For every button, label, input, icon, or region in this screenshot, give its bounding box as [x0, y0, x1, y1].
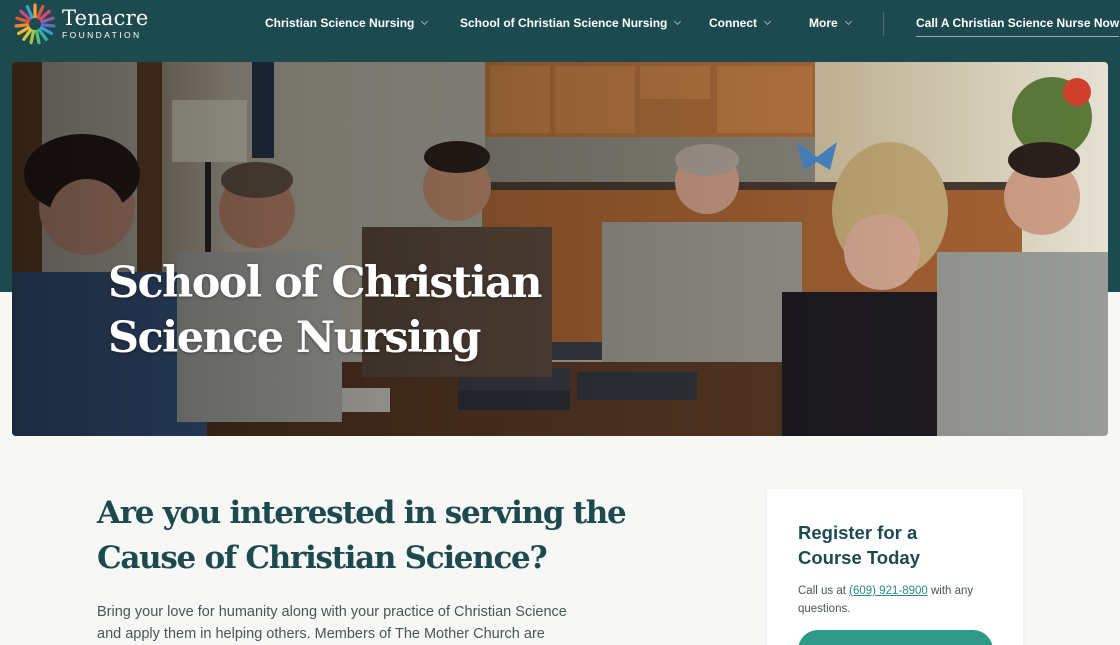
register-card-text: Call us at (609) 921-8900 with any quest… [798, 582, 1008, 618]
register-card: Register for a Course Today Call us at (… [767, 489, 1023, 645]
nav-item-label: Connect [709, 16, 757, 30]
nav-divider [883, 12, 884, 36]
card-title-line: Course Today [798, 547, 920, 568]
top-navigation: Tenacre FOUNDATION Christian Science Nur… [0, 0, 1120, 48]
headline-line: Are you interested in serving the [97, 495, 627, 531]
nav-item-school[interactable]: School of Christian Science Nursing [460, 16, 682, 30]
intro-line: Bring your love for humanity along with … [97, 604, 567, 620]
phone-link[interactable]: (609) 921-8900 [849, 585, 928, 597]
call-nurse-link[interactable]: Call A Christian Science Nurse Now [916, 16, 1120, 37]
hero-banner: School of Christian Science Nursing [12, 62, 1108, 436]
nav-item-label: More [809, 16, 838, 30]
logo[interactable]: Tenacre FOUNDATION [12, 2, 148, 46]
chevron-down-icon [421, 17, 429, 26]
section-headline: Are you interested in serving the Cause … [97, 491, 657, 581]
nav-item-christian-science-nursing[interactable]: Christian Science Nursing [265, 16, 429, 30]
logo-subtitle: FOUNDATION [62, 30, 142, 41]
nav-item-label: School of Christian Science Nursing [460, 16, 668, 30]
intro-paragraph: Bring your love for humanity along with … [97, 601, 617, 645]
nav-item-more[interactable]: More [809, 16, 852, 30]
tenacre-flower-icon [14, 3, 56, 45]
hero-title: School of Christian Science Nursing [108, 256, 543, 366]
intro-line: and apply them in helping others. Member… [97, 626, 545, 642]
nav-item-label: Christian Science Nursing [265, 16, 415, 30]
card-text-before: Call us at [798, 585, 850, 597]
chevron-down-icon [844, 17, 852, 26]
hero-photo [12, 62, 1108, 436]
logo-name: Tenacre [62, 6, 149, 31]
register-button[interactable] [798, 630, 993, 645]
hero-title-line: Science Nursing [108, 313, 481, 363]
nav-item-connect[interactable]: Connect [709, 16, 772, 30]
logo-wordmark: Tenacre FOUNDATION [62, 8, 148, 40]
hero-title-line: School of Christian [108, 258, 543, 308]
card-title-line: Register for a [798, 522, 918, 543]
register-card-title: Register for a Course Today [798, 520, 998, 570]
chevron-down-icon [763, 17, 772, 26]
chevron-down-icon [674, 17, 682, 26]
headline-line: Cause of Christian Science? [97, 540, 548, 576]
